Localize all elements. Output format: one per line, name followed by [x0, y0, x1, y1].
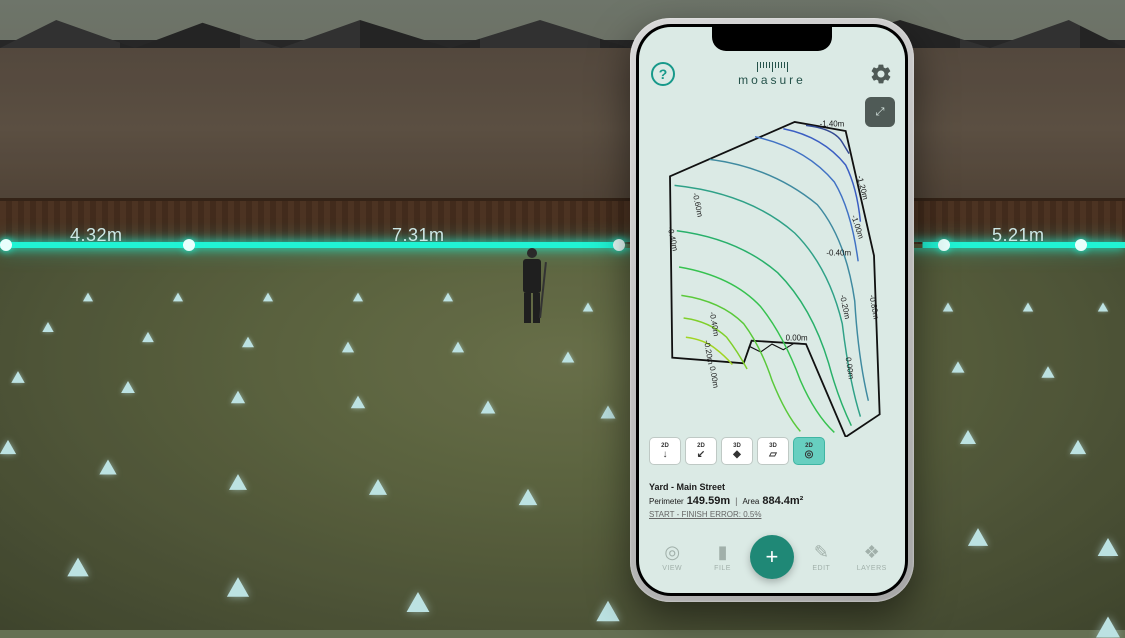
measurement-point [0, 239, 12, 251]
app-header: ? moasure [639, 55, 905, 93]
view-mode-buttons: 2D↓2D↙3D◆3D▱2D◎ [649, 437, 825, 465]
perimeter-value: 149.59m [687, 495, 730, 507]
error-text[interactable]: START - FINISH ERROR: 0.5% [649, 510, 895, 519]
measurement-label: 7.31m [392, 225, 445, 246]
contour-label: -0.40m [826, 249, 851, 258]
measurement-info: Yard - Main Street Perimeter 149.59m | A… [649, 482, 895, 519]
help-button[interactable]: ? [651, 62, 675, 86]
grid-marker-icon [99, 459, 116, 474]
grid-marker-icon [1070, 440, 1086, 454]
grid-marker-icon [443, 293, 453, 302]
grid-marker-icon [142, 332, 154, 342]
grid-marker-icon [596, 601, 619, 621]
grid-marker-icon [601, 405, 616, 418]
perimeter-label: Perimeter [649, 497, 684, 506]
view-2d-down[interactable]: 2D↓ [649, 437, 681, 465]
tb-view[interactable]: ◎ VIEW [649, 542, 695, 572]
app-logo: moasure [738, 62, 806, 87]
app-screen: ? moasure ⤢ [639, 27, 905, 593]
tb-edit[interactable]: ✎ EDIT [798, 542, 844, 572]
edit-icon: ✎ [814, 542, 829, 563]
contour-label: -0.20m [702, 339, 715, 365]
measurement-point [613, 239, 625, 251]
grid-marker-icon [42, 322, 53, 332]
grid-marker-icon [121, 381, 135, 393]
file-icon: ▮ [718, 542, 728, 563]
area-label: Area [742, 497, 759, 506]
measurement-label: 5.21m [992, 225, 1045, 246]
background-scene [0, 0, 1125, 630]
contour-map[interactable]: -1.40m-1.20m-1.00m-0.80m-0.60m-0.40m-0.4… [647, 97, 897, 437]
grid-marker-icon [1096, 617, 1120, 638]
measurement-point [1075, 239, 1087, 251]
view-icon: ◎ [664, 542, 680, 563]
measurement-point [183, 239, 195, 251]
phone-notch [712, 27, 832, 51]
person-silhouette [518, 248, 546, 323]
contour-label: 0.00m [708, 366, 721, 390]
grid-marker-icon [369, 479, 387, 495]
brand-text: moasure [738, 73, 806, 87]
grid-marker-icon [960, 430, 976, 444]
grid-marker-icon [351, 396, 365, 409]
measurement-point [938, 239, 950, 251]
grid-marker-icon [481, 401, 496, 414]
tb-layers[interactable]: ❖ LAYERS [849, 542, 895, 572]
contour-label: -1.20m [855, 175, 870, 202]
grid-marker-icon [452, 342, 464, 353]
add-button[interactable]: + [750, 535, 794, 579]
grid-marker-icon [67, 558, 88, 577]
grid-marker-icon [353, 293, 363, 302]
project-title: Yard - Main Street [649, 482, 895, 492]
area-value: 884.4m² [762, 495, 803, 507]
grid-marker-icon [519, 489, 538, 505]
contour-label: -0.80m [867, 294, 880, 320]
view-3d-mesh[interactable]: 3D▱ [757, 437, 789, 465]
grid-marker-icon [562, 351, 575, 362]
settings-button[interactable] [869, 62, 893, 86]
measurement-line [0, 242, 1125, 248]
grid-marker-icon [231, 391, 245, 403]
view-3d-cube[interactable]: 3D◆ [721, 437, 753, 465]
contour-label: 0.00m [786, 334, 808, 343]
grid-marker-icon [263, 293, 273, 302]
grid-marker-icon [943, 302, 953, 311]
tb-file[interactable]: ▮ FILE [700, 542, 746, 572]
grid-marker-icon [11, 371, 24, 383]
grid-marker-icon [342, 342, 354, 353]
view-2d-contour[interactable]: 2D◎ [793, 437, 825, 465]
grid-marker-icon [1023, 302, 1033, 311]
grid-marker-icon [1098, 302, 1108, 311]
grid-marker-icon [83, 293, 93, 302]
grid-marker-icon [1041, 366, 1054, 377]
grid-marker-icon [242, 337, 254, 348]
grid-marker-icon [173, 293, 183, 302]
measurement-label: 4.32m [70, 225, 123, 246]
grid-marker-icon [227, 577, 249, 596]
grid-marker-icon [968, 528, 988, 546]
view-2d-angle[interactable]: 2D↙ [685, 437, 717, 465]
contour-label: -0.60m [691, 192, 705, 218]
grid-marker-icon [0, 440, 16, 454]
contour-label: -1.40m [820, 119, 845, 128]
bottom-toolbar: ◎ VIEW ▮ FILE + ✎ EDIT ❖ LAYERS [639, 527, 905, 587]
layers-icon: ❖ [864, 542, 880, 563]
grid-marker-icon [583, 302, 593, 311]
contour-label: 0.00m [844, 357, 856, 380]
grid-marker-icon [1098, 538, 1119, 556]
grid-marker-icon [407, 592, 430, 612]
contour-label: -0.40m [708, 311, 721, 337]
grid-marker-icon [952, 361, 965, 372]
contour-label: -0.40m [666, 226, 680, 252]
grid-marker-icon [229, 474, 247, 490]
phone-frame: ? moasure ⤢ [630, 18, 914, 602]
